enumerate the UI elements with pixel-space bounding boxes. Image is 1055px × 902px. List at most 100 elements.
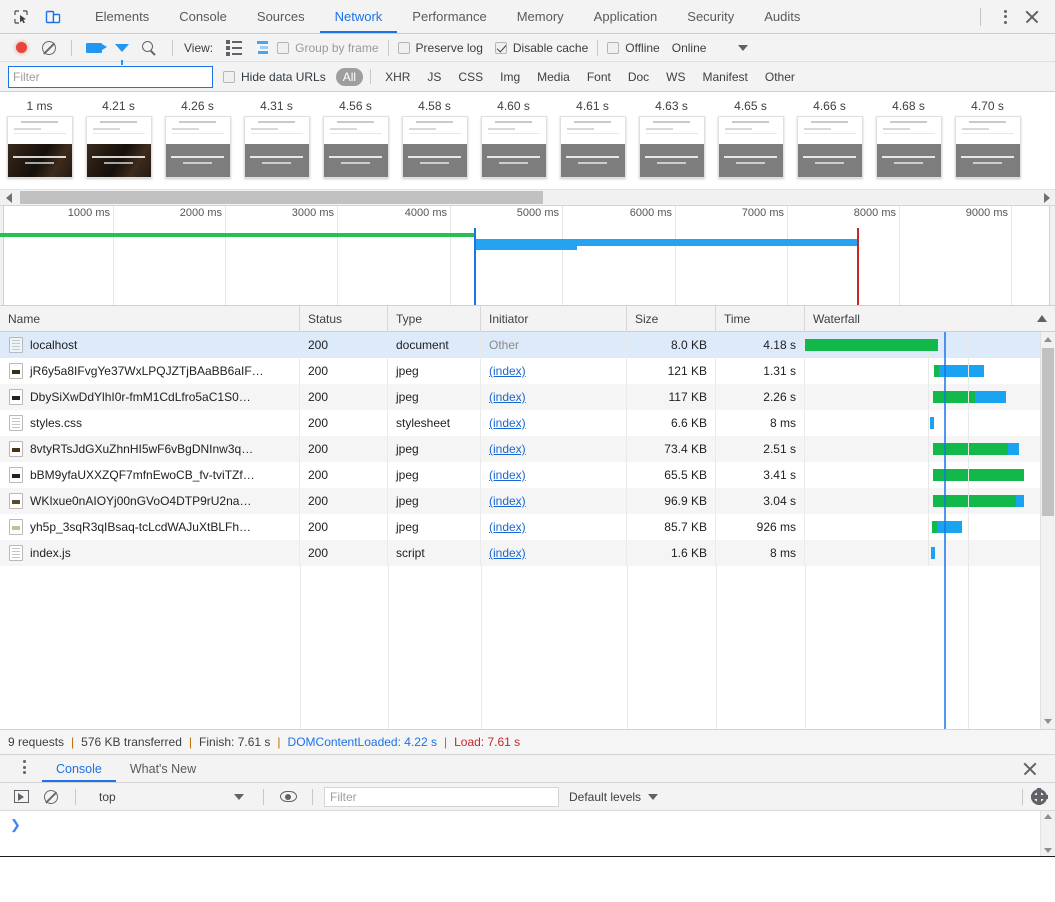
cell-initiator[interactable]: (index) xyxy=(481,384,627,410)
column-header-status[interactable]: Status xyxy=(300,305,388,332)
scroll-up-arrow-icon[interactable] xyxy=(1041,332,1055,347)
cell-initiator[interactable]: (index) xyxy=(481,488,627,514)
console-filter-input[interactable] xyxy=(324,786,559,807)
frame-thumbnail[interactable] xyxy=(85,116,152,178)
table-row[interactable]: bBM9yfaUXXZQF7mfnEwoCB_fv-tviTZf… 200 jp… xyxy=(0,462,1055,488)
console-output[interactable]: ❯ xyxy=(0,811,1055,857)
filmstrip-frame[interactable]: 4.58 s xyxy=(395,92,474,189)
scroll-down-arrow-icon[interactable] xyxy=(1041,714,1055,729)
filmstrip-frame[interactable]: 4.60 s xyxy=(474,92,553,189)
more-options-icon[interactable] xyxy=(12,755,36,779)
tab-audits[interactable]: Audits xyxy=(749,0,815,33)
live-expression-icon[interactable] xyxy=(275,785,301,809)
type-filter-css[interactable]: CSS xyxy=(451,68,490,86)
filmstrip-frame[interactable]: 4.65 s xyxy=(711,92,790,189)
cell-initiator[interactable]: (index) xyxy=(481,514,627,540)
cell-initiator[interactable]: (index) xyxy=(481,410,627,436)
initiator-link[interactable]: (index) xyxy=(489,416,526,430)
throttling-value[interactable]: Online xyxy=(672,41,707,55)
column-header-time[interactable]: Time xyxy=(716,305,805,332)
initiator-link[interactable]: (index) xyxy=(489,546,526,560)
sort-ascending-icon[interactable] xyxy=(1037,315,1047,322)
checkbox-box[interactable] xyxy=(277,41,290,54)
filmstrip-frame[interactable]: 4.26 s xyxy=(158,92,237,189)
tab-console[interactable]: Console xyxy=(164,0,242,33)
table-row[interactable]: index.js 200 script (index) 1.6 KB 8 ms xyxy=(0,540,1055,566)
initiator-link[interactable]: (index) xyxy=(489,520,526,534)
group-by-frame-checkbox[interactable]: Group by frame xyxy=(277,41,379,55)
cell-name[interactable]: jR6y5a8IFvgYe37WxLPQJZTjBAaBB6aIF… xyxy=(0,358,300,384)
cell-name[interactable]: index.js xyxy=(0,540,300,566)
log-levels-selector[interactable]: Default levels xyxy=(569,790,659,804)
disable-cache-checkbox[interactable]: Disable cache xyxy=(494,41,588,55)
initiator-link[interactable]: (index) xyxy=(489,442,526,456)
initiator-link[interactable]: (index) xyxy=(489,390,526,404)
waterfall-view-icon[interactable] xyxy=(249,36,275,60)
filmstrip-scrollbar[interactable] xyxy=(0,190,1055,206)
inspect-element-icon[interactable] xyxy=(8,4,34,30)
cell-name[interactable]: 8vtyRTsJdGXuZhnHI5wF6vBgDNInw3q… xyxy=(0,436,300,462)
scroll-thumb[interactable] xyxy=(1042,348,1054,516)
cell-name[interactable]: localhost xyxy=(0,332,300,358)
frame-thumbnail[interactable] xyxy=(164,116,231,178)
chevron-down-icon[interactable] xyxy=(648,793,659,800)
column-header-initiator[interactable]: Initiator xyxy=(481,305,627,332)
frame-thumbnail[interactable] xyxy=(322,116,389,178)
type-filter-manifest[interactable]: Manifest xyxy=(696,68,755,86)
tab-network[interactable]: Network xyxy=(319,0,398,33)
cell-initiator[interactable]: (index) xyxy=(481,358,627,384)
scroll-up-arrow-icon[interactable] xyxy=(1044,814,1052,819)
list-view-icon[interactable] xyxy=(221,36,247,60)
tab-performance[interactable]: Performance xyxy=(397,0,501,33)
tab-security[interactable]: Security xyxy=(672,0,749,33)
cell-waterfall[interactable] xyxy=(805,384,1055,410)
cell-initiator[interactable]: (index) xyxy=(481,462,627,488)
frame-thumbnail[interactable] xyxy=(401,116,468,178)
frame-thumbnail[interactable] xyxy=(480,116,547,178)
filmstrip-frame[interactable]: 4.56 s xyxy=(316,92,395,189)
console-scrollbar[interactable] xyxy=(1040,811,1055,856)
cell-waterfall[interactable] xyxy=(805,358,1055,384)
table-row[interactable]: WKIxue0nAIOYj00nGVoO4DTP9rU2na… 200 jpeg… xyxy=(0,488,1055,514)
type-filter-ws[interactable]: WS xyxy=(659,68,692,86)
gear-icon[interactable] xyxy=(1030,788,1048,805)
cell-waterfall[interactable] xyxy=(805,488,1055,514)
checkbox-box[interactable] xyxy=(223,70,235,83)
scroll-left-arrow-icon[interactable] xyxy=(0,192,17,203)
chevron-down-icon[interactable] xyxy=(234,793,244,800)
offline-checkbox[interactable]: Offline xyxy=(607,41,660,55)
frame-thumbnail[interactable] xyxy=(6,116,73,178)
filter-icon[interactable] xyxy=(109,36,135,65)
tab-sources[interactable]: Sources xyxy=(242,0,320,33)
execution-context-selector[interactable]: top xyxy=(87,790,252,804)
cell-initiator[interactable]: (index) xyxy=(481,436,627,462)
filmstrip-frame[interactable]: 4.66 s xyxy=(790,92,869,189)
checkbox-box[interactable] xyxy=(397,41,410,54)
tab-elements[interactable]: Elements xyxy=(80,0,164,33)
scroll-right-arrow-icon[interactable] xyxy=(1038,192,1055,203)
filter-input[interactable] xyxy=(8,65,213,88)
table-row[interactable]: 8vtyRTsJdGXuZhnHI5wF6vBgDNInw3q… 200 jpe… xyxy=(0,436,1055,462)
close-icon[interactable] xyxy=(1019,4,1045,30)
network-overview[interactable]: 1000 ms 2000 ms 3000 ms 4000 ms 5000 ms … xyxy=(0,206,1055,306)
initiator-link[interactable]: (index) xyxy=(489,494,526,508)
filmstrip-frame[interactable]: 4.61 s xyxy=(553,92,632,189)
drawer-tab-whats-new[interactable]: What's New xyxy=(116,755,210,782)
table-row[interactable]: jR6y5a8IFvgYe37WxLPQJZTjBAaBB6aIF… 200 j… xyxy=(0,358,1055,384)
type-filter-doc[interactable]: Doc xyxy=(621,68,656,86)
cell-name[interactable]: bBM9yfaUXXZQF7mfnEwoCB_fv-tviTZf… xyxy=(0,462,300,488)
checkbox-box[interactable] xyxy=(494,41,507,54)
filmstrip-frame[interactable]: 4.63 s xyxy=(632,92,711,189)
capture-screenshots-icon[interactable] xyxy=(81,36,107,60)
more-options-icon[interactable] xyxy=(993,5,1017,29)
clear-icon[interactable] xyxy=(36,36,62,60)
filmstrip-frame[interactable]: 1 ms xyxy=(0,92,79,189)
column-header-waterfall[interactable]: Waterfall xyxy=(805,306,1055,332)
cell-waterfall[interactable] xyxy=(805,410,1055,436)
column-header-name[interactable]: Name xyxy=(0,305,300,332)
tab-memory[interactable]: Memory xyxy=(502,0,579,33)
hide-data-urls-checkbox[interactable]: Hide data URLs xyxy=(223,70,326,84)
search-icon[interactable] xyxy=(137,36,163,60)
cell-name[interactable]: DbySiXwDdYlhI0r-fmM1CdLfro5aC1S0… xyxy=(0,384,300,410)
record-button-icon[interactable] xyxy=(8,36,34,60)
